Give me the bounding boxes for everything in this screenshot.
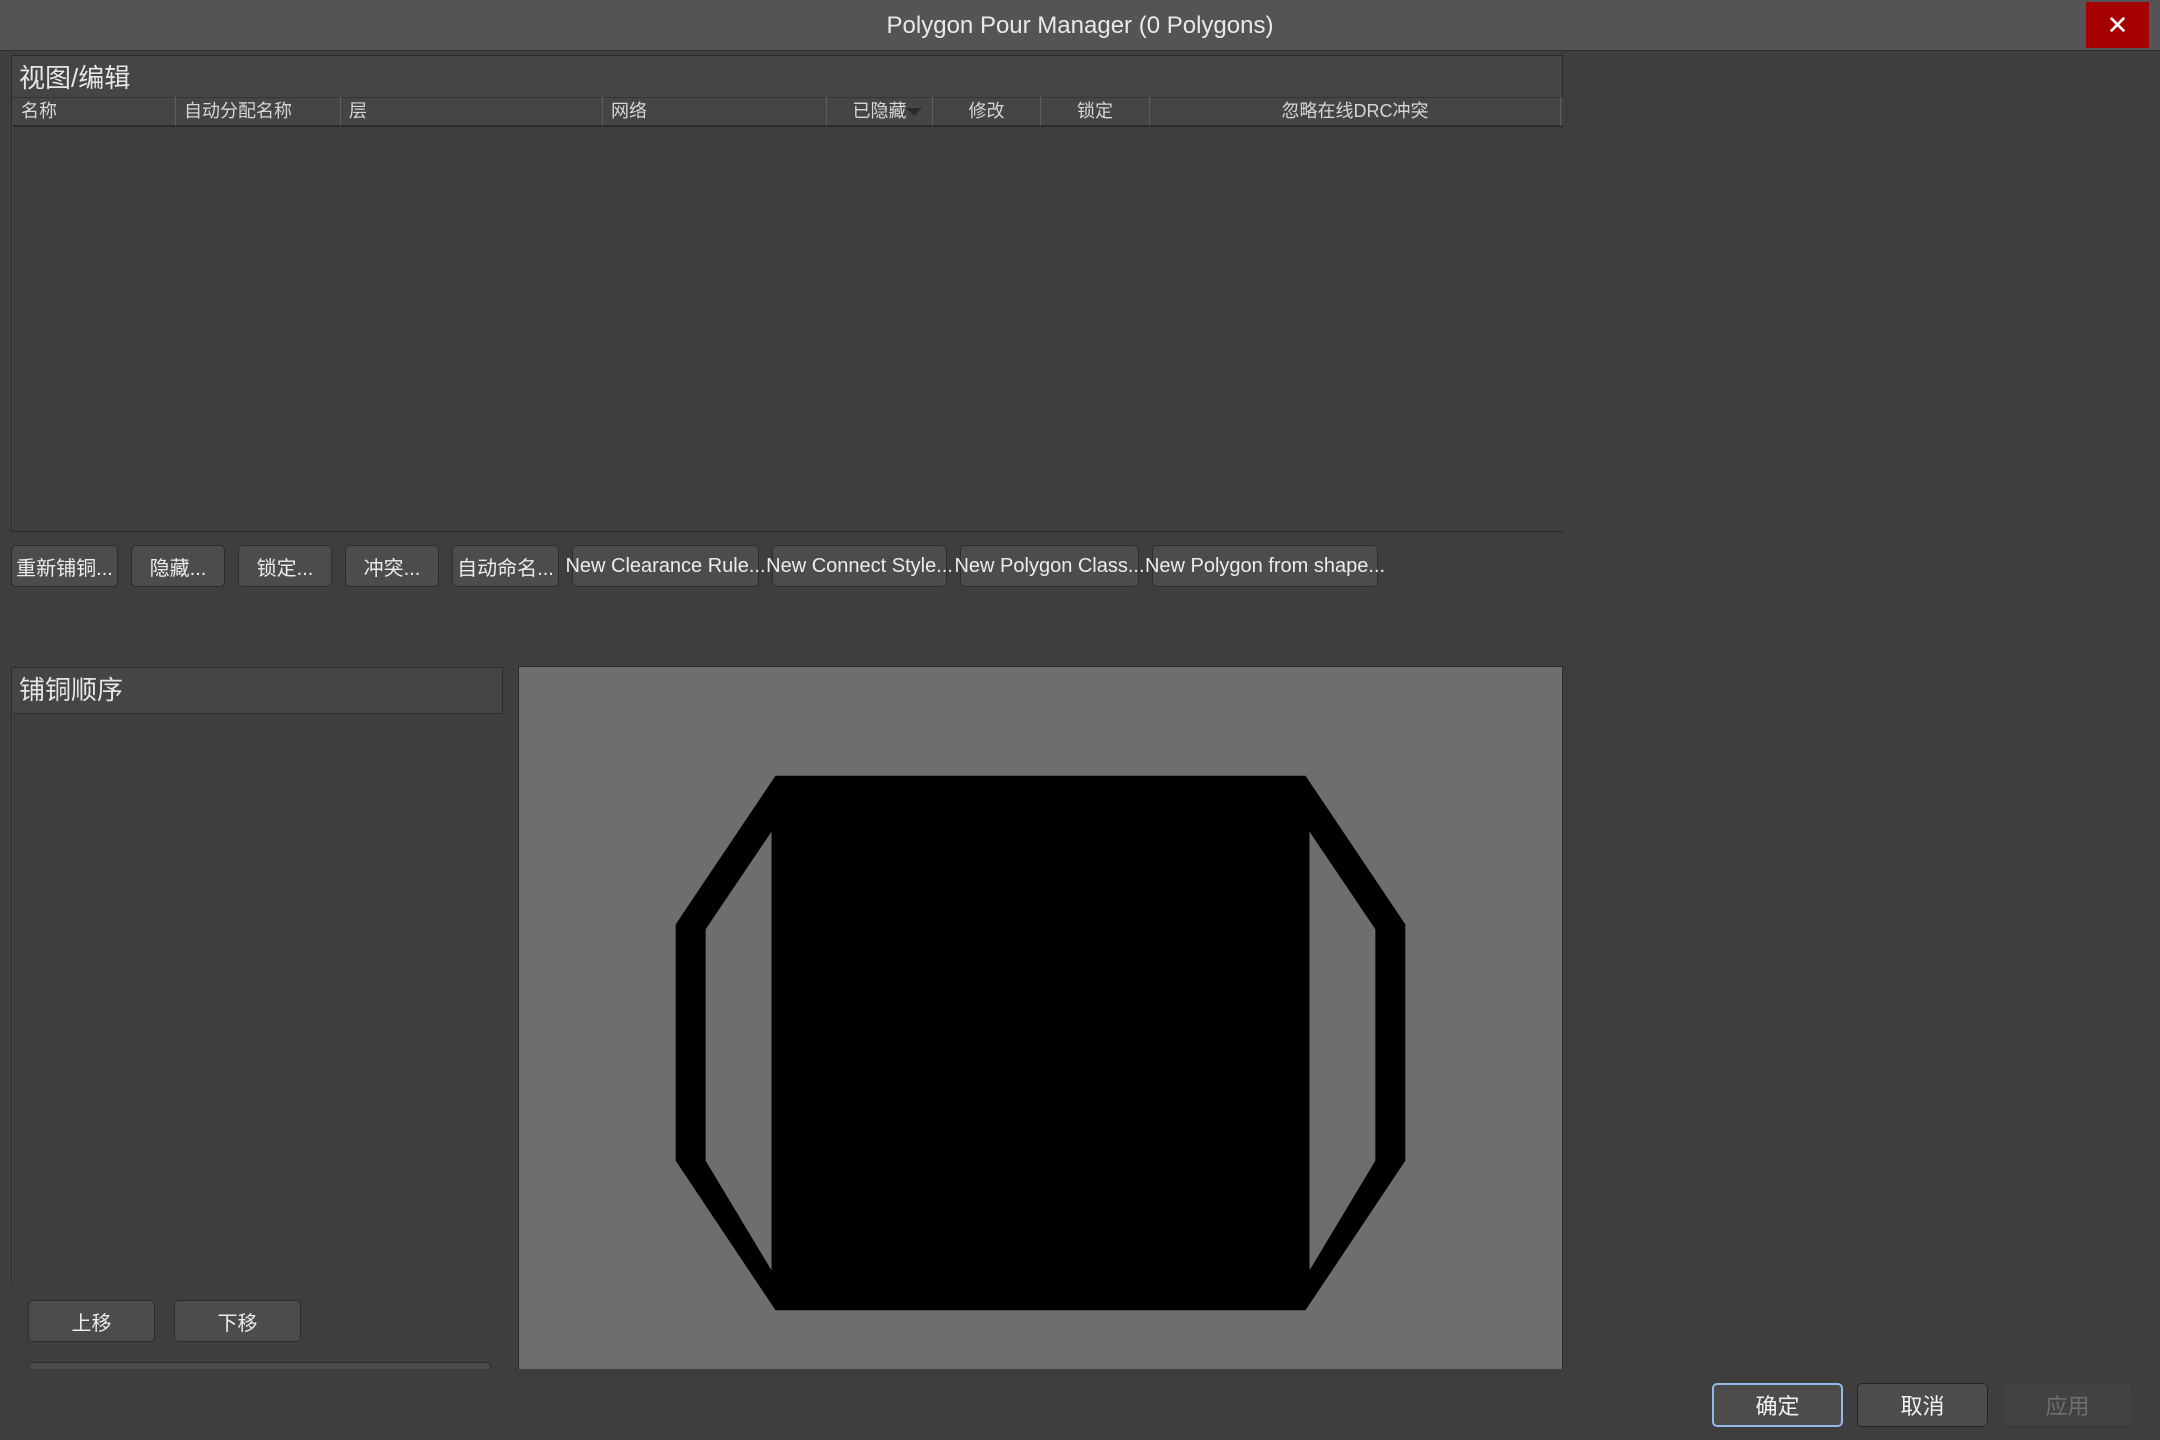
move-up-button[interactable]: 上移 [28,1300,155,1342]
action-button-5[interactable]: New Clearance Rule... [565,545,766,587]
action-button-2[interactable]: 锁定... [238,545,332,587]
column-header-7[interactable]: 忽略在线DRC冲突 [1150,97,1561,126]
action-button-6[interactable]: New Connect Style... [766,545,953,587]
column-header-label: 锁定 [1077,101,1113,121]
right-empty-region [1575,51,2160,1369]
column-header-6[interactable]: 锁定 [1041,97,1150,126]
title-bar: Polygon Pour Manager (0 Polygons) ✕ [0,0,2160,51]
column-header-5[interactable]: 修改 [933,97,1041,126]
apply-button: 应用 [2002,1383,2133,1427]
column-header-2[interactable]: 层 [341,97,603,126]
view-edit-group-title: 视图/编辑 [19,63,131,93]
cancel-button[interactable]: 取消 [1857,1383,1988,1427]
move-down-button[interactable]: 下移 [174,1300,301,1342]
dialog-footer: 确定 取消 应用 https://blog.csdn.net/qq_429670… [0,1369,2160,1440]
polygon-pour-manager-dialog: Polygon Pour Manager (0 Polygons) ✕ 视图/编… [0,0,2160,1440]
column-header-3[interactable]: 网络 [603,97,827,126]
action-button-3[interactable]: 冲突... [345,545,439,587]
action-button-1[interactable]: 隐藏... [131,545,225,587]
pour-order-group: 铺铜顺序 [11,667,503,1284]
action-button-7[interactable]: New Polygon Class... [954,545,1145,587]
polygon-table-header: 名称 自动分配名称 层 网络 已隐藏 修改 锁定 忽略在线DRC冲突 [13,97,1563,126]
polygon-preview-panel[interactable] [518,666,1563,1421]
column-header-4[interactable]: 已隐藏 [827,97,933,126]
column-header-1[interactable]: 自动分配名称 [176,97,341,126]
window-title: Polygon Pour Manager (0 Polygons) [886,12,1274,39]
column-header-label: 自动分配名称 [184,101,292,121]
column-header-label: 网络 [611,101,647,121]
view-edit-group: 视图/编辑 名称 自动分配名称 层 网络 已隐藏 修改 锁定 忽略在线DRC冲突 [11,55,1563,532]
chevron-down-icon[interactable] [906,108,922,116]
polygon-octagon-preview [675,775,1406,1311]
pour-order-group-title: 铺铜顺序 [19,675,124,705]
column-header-label: 名称 [21,101,57,121]
action-button-0[interactable]: 重新铺铜... [11,545,118,587]
close-icon[interactable]: ✕ [2086,2,2149,48]
ok-button[interactable]: 确定 [1712,1383,1843,1427]
column-header-label: 已隐藏 [852,101,907,121]
action-button-8[interactable]: New Polygon from shape... [1145,545,1385,587]
column-header-label: 修改 [968,101,1005,121]
pour-order-list[interactable] [13,713,503,1284]
column-header-label: 层 [349,101,367,121]
dialog-body: 视图/编辑 名称 自动分配名称 层 网络 已隐藏 修改 锁定 忽略在线DRC冲突 重新铺铜..… [0,51,1575,1421]
column-header-label: 忽略在线DRC冲突 [1281,101,1429,121]
action-button-4[interactable]: 自动命名... [452,545,559,587]
action-button-row: 重新铺铜... 隐藏... 锁定... 冲突... 自动命名... New Clearan… [11,538,1563,594]
column-header-0[interactable]: 名称 [13,97,176,126]
polygon-table-body[interactable] [13,126,1563,531]
